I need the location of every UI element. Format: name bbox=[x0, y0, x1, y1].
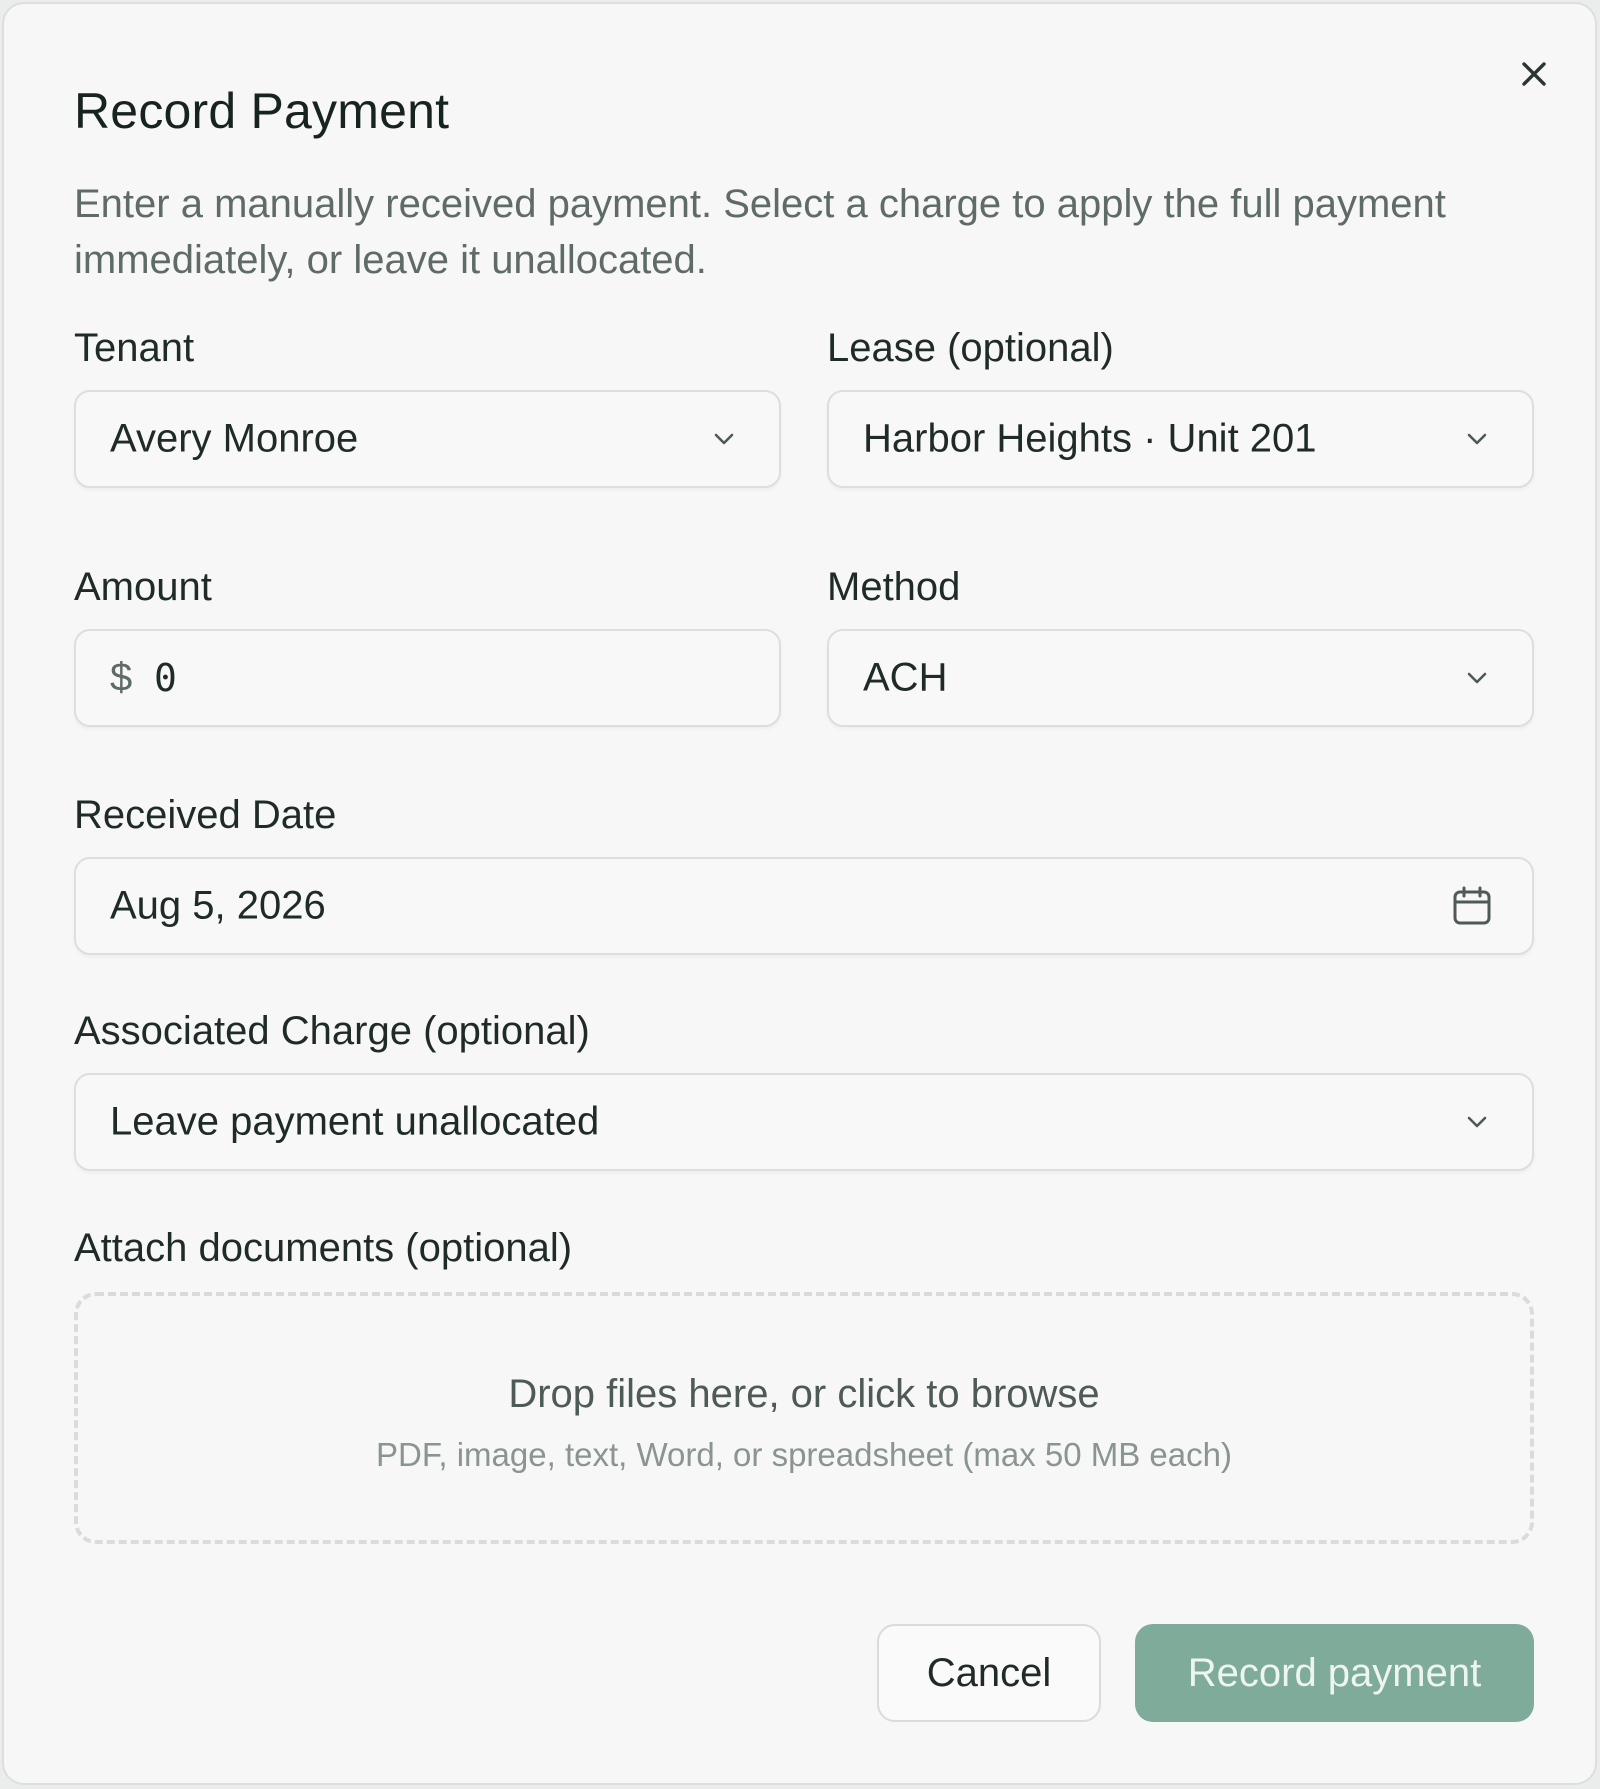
chevron-down-icon bbox=[709, 424, 739, 454]
amount-field[interactable]: $ bbox=[74, 629, 781, 727]
received-date-label: Received Date bbox=[74, 793, 337, 837]
chevron-down-icon bbox=[1462, 1107, 1492, 1137]
received-date-picker[interactable]: Aug 5, 2026 bbox=[74, 857, 1534, 955]
method-select[interactable]: ACH bbox=[827, 629, 1534, 727]
dialog-title: Record Payment bbox=[74, 83, 450, 139]
method-label: Method bbox=[827, 565, 961, 609]
tenant-label: Tenant bbox=[74, 326, 195, 370]
tenant-select[interactable]: Avery Monroe bbox=[74, 390, 781, 488]
chevron-down-icon bbox=[1462, 424, 1492, 454]
record-payment-button[interactable]: Record payment bbox=[1135, 1624, 1534, 1722]
currency-symbol: $ bbox=[110, 655, 133, 700]
close-icon bbox=[1522, 62, 1546, 86]
received-date-value: Aug 5, 2026 bbox=[110, 883, 326, 928]
amount-label: Amount bbox=[74, 565, 212, 609]
close-button[interactable] bbox=[1514, 54, 1554, 94]
file-dropzone[interactable]: Drop files here, or click to browse PDF,… bbox=[74, 1292, 1534, 1544]
lease-select[interactable]: Harbor Heights · Unit 201 bbox=[827, 390, 1534, 488]
cancel-button[interactable]: Cancel bbox=[877, 1624, 1101, 1722]
tenant-select-value: Avery Monroe bbox=[110, 416, 359, 461]
method-select-value: ACH bbox=[863, 655, 948, 700]
associated-charge-label: Associated Charge (optional) bbox=[74, 1009, 590, 1053]
dropzone-title: Drop files here, or click to browse bbox=[508, 1372, 1100, 1416]
record-payment-dialog: Record Payment Enter a manually received… bbox=[2, 2, 1597, 1785]
dropzone-hint: PDF, image, text, Word, or spreadsheet (… bbox=[376, 1436, 1232, 1473]
associated-charge-value: Leave payment unallocated bbox=[110, 1099, 600, 1144]
lease-select-value: Harbor Heights · Unit 201 bbox=[863, 416, 1317, 461]
associated-charge-select[interactable]: Leave payment unallocated bbox=[74, 1073, 1534, 1171]
dialog-description: Enter a manually received payment. Selec… bbox=[74, 182, 1446, 282]
lease-label: Lease (optional) bbox=[827, 326, 1114, 370]
chevron-down-icon bbox=[1462, 663, 1492, 693]
calendar-icon[interactable] bbox=[1450, 884, 1494, 928]
amount-input[interactable] bbox=[154, 645, 734, 711]
attach-documents-label: Attach documents (optional) bbox=[74, 1226, 573, 1270]
